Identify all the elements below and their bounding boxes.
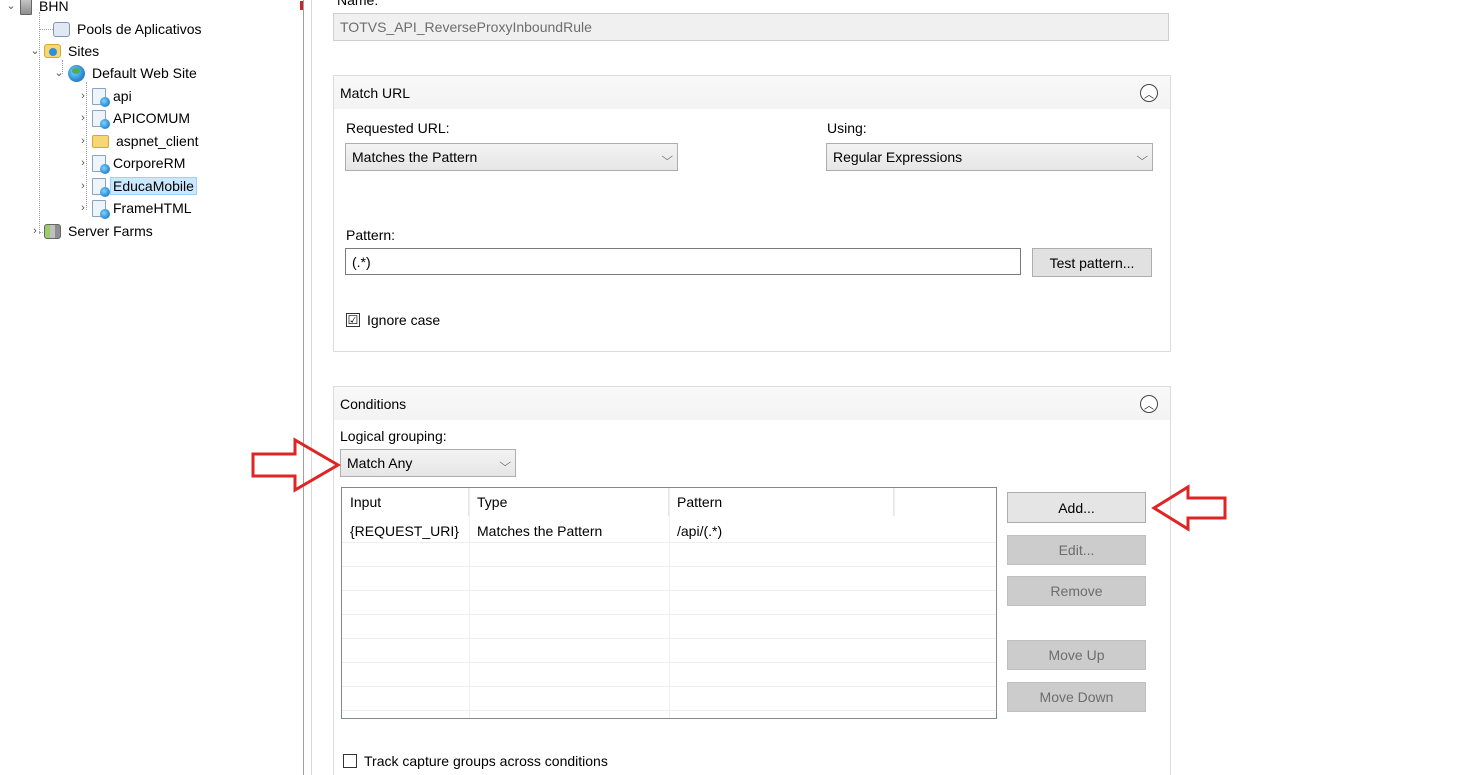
tree-node-framehtml[interactable]: › FrameHTML (78, 197, 195, 219)
tree-node-sites[interactable]: ⌄ Sites (30, 40, 102, 62)
chevron-down-icon: ⌵ (498, 456, 511, 469)
name-label: Name: (337, 0, 379, 8)
tree-node-app-pools[interactable]: Pools de Aplicativos (53, 18, 205, 40)
sites-folder-icon (44, 44, 61, 58)
annotation-arrow-right-icon (251, 437, 341, 493)
tree-node-server[interactable]: ⌄ BHN (6, 0, 72, 17)
web-app-icon (92, 109, 110, 129)
connections-tree: ⌄ BHN Pools de Aplicativos ⌄ Sites ⌄ Def… (0, 0, 303, 775)
server-icon (20, 0, 32, 15)
column-divider (894, 488, 895, 516)
tree-node-apicomum[interactable]: › APICOMUM (78, 107, 193, 129)
test-pattern-button[interactable]: Test pattern... (1032, 248, 1152, 277)
web-app-icon (92, 154, 110, 174)
tree-node-server-farms[interactable]: › Server Farms (30, 220, 156, 242)
ignore-case-label: Ignore case (367, 312, 441, 328)
tree-node-api[interactable]: › api (78, 85, 135, 107)
tree-node-educamobile[interactable]: › EducaMobile (78, 175, 197, 197)
name-field[interactable]: TOTVS_API_ReverseProxyInboundRule (333, 13, 1169, 41)
app-pool-icon (53, 21, 70, 37)
table-row-empty (342, 663, 996, 687)
conditions-header[interactable]: Conditions ︿ (334, 387, 1170, 421)
globe-icon (68, 64, 85, 82)
move-up-button[interactable]: Move Up (1007, 640, 1146, 670)
match-url-header[interactable]: Match URL ︿ (334, 76, 1170, 110)
table-row-empty (342, 591, 996, 615)
chevron-down-icon: ⌵ (1135, 150, 1148, 163)
checkbox-checked-icon[interactable]: ☑ (346, 313, 360, 327)
pattern-label: Pattern: (346, 227, 396, 243)
rule-edit-form: Name: TOTVS_API_ReverseProxyInboundRule … (313, 0, 1480, 775)
web-app-icon (92, 87, 110, 107)
requested-url-select[interactable]: Matches the Pattern ⌵ (345, 143, 678, 171)
chevron-right-icon[interactable]: › (30, 226, 40, 237)
requested-url-label: Requested URL: (346, 120, 450, 136)
chevron-right-icon[interactable]: › (78, 158, 88, 169)
chevron-right-icon[interactable]: › (78, 136, 88, 147)
chevron-right-icon[interactable]: › (78, 203, 88, 214)
pattern-input[interactable]: (.*) (345, 248, 1021, 275)
chevron-right-icon[interactable]: › (78, 181, 88, 192)
chevron-right-icon[interactable]: › (78, 91, 88, 102)
chevron-down-icon[interactable]: ⌄ (30, 46, 40, 57)
folder-icon (92, 134, 109, 148)
track-capture-checkbox[interactable]: Track capture groups across conditions (343, 753, 608, 769)
using-select[interactable]: Regular Expressions ⌵ (826, 143, 1153, 171)
edit-condition-button[interactable]: Edit... (1007, 535, 1146, 565)
collapse-up-icon[interactable]: ︿ (1140, 395, 1158, 413)
pane-splitter[interactable] (303, 0, 312, 775)
add-condition-button[interactable]: Add... (1007, 492, 1146, 523)
using-label: Using: (827, 120, 867, 136)
tree-connector (39, 29, 53, 30)
table-row[interactable]: {REQUEST_URI} Matches the Pattern /api/(… (342, 519, 996, 543)
table-row-empty (342, 543, 996, 567)
requested-url-value: Matches the Pattern (352, 149, 478, 165)
move-down-button[interactable]: Move Down (1007, 682, 1146, 712)
match-url-group: Match URL ︿ (333, 75, 1171, 352)
conditions-table[interactable]: Input Type Pattern {REQUEST_URI} Matches… (341, 487, 997, 719)
chevron-down-icon: ⌵ (660, 150, 673, 163)
logical-grouping-label: Logical grouping: (340, 428, 447, 444)
web-app-icon (92, 177, 110, 197)
logical-grouping-select[interactable]: Match Any ⌵ (340, 449, 516, 477)
table-row-empty (342, 567, 996, 591)
column-header-pattern[interactable]: Pattern (669, 488, 894, 516)
logical-grouping-value: Match Any (347, 455, 413, 471)
web-app-icon (92, 199, 110, 219)
server-farm-icon (44, 223, 61, 239)
match-url-title: Match URL (340, 84, 411, 101)
ignore-case-checkbox[interactable]: ☑ Ignore case (346, 312, 440, 328)
conditions-title: Conditions (340, 395, 407, 412)
column-header-input[interactable]: Input (342, 488, 469, 516)
tree-node-corporerm[interactable]: › CorporeRM (78, 152, 188, 174)
cell-type: Matches the Pattern (477, 523, 603, 539)
table-row-empty (342, 615, 996, 639)
remove-condition-button[interactable]: Remove (1007, 576, 1146, 606)
collapse-up-icon[interactable]: ︿ (1140, 84, 1158, 102)
tree-node-default-web-site[interactable]: ⌄ Default Web Site (54, 62, 200, 84)
chevron-right-icon[interactable]: › (78, 113, 88, 124)
chevron-down-icon[interactable]: ⌄ (54, 68, 64, 79)
cell-input: {REQUEST_URI} (350, 523, 459, 539)
tree-node-aspnet-client[interactable]: › aspnet_client (78, 130, 202, 152)
annotation-arrow-left-icon (1151, 484, 1227, 532)
table-row-empty (342, 687, 996, 711)
track-capture-label: Track capture groups across conditions (364, 753, 608, 769)
checkbox-unchecked-icon[interactable] (343, 754, 357, 768)
table-row-empty (342, 639, 996, 663)
chevron-down-icon[interactable]: ⌄ (6, 1, 16, 12)
cell-pattern: /api/(.*) (677, 523, 723, 539)
column-header-type[interactable]: Type (469, 488, 669, 516)
using-value: Regular Expressions (833, 149, 963, 165)
